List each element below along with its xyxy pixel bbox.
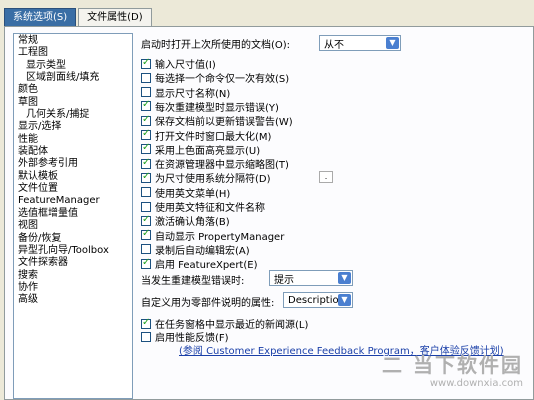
option-checkbox[interactable] [141,99,151,112]
option-label: 保存文档前以更新错误警告(W) [155,117,293,129]
tree-item-colors[interactable]: 颜色 [18,84,132,96]
tree-item-external-references[interactable]: 外部参考引用 [18,158,132,170]
tree-item-file-explorer[interactable]: 文件探索器 [18,257,132,269]
option-row[interactable]: 录制后自动编辑宏(A) [141,243,250,257]
option-checkbox[interactable] [141,72,151,83]
tree-item-general[interactable]: 常规 [18,35,132,47]
option-label: 在资源管理器中显示缩略图(T) [155,160,289,172]
option-label: 显示尺寸名称(N) [155,88,231,100]
option-label: 每次重建模型时显示错误(Y) [155,102,279,114]
tab-bar: 系统选项(S) 文件属性(D) [4,8,154,26]
tree-item-hole-wizard-toolbox[interactable]: 异型孔向导/Toolbox [18,245,132,257]
tree-item-performance[interactable]: 性能 [18,134,132,146]
watermark-title: 二 当下软件园 [382,353,523,377]
custom-prop-select[interactable]: Description ▼ [283,292,353,308]
option-label: 自动显示 PropertyManager [155,231,285,243]
option-label: 输入尺寸值(I) [155,60,216,71]
startup-select[interactable]: 从不 ▼ [319,35,401,51]
chevron-down-icon: ▼ [338,294,351,306]
option-row[interactable]: 采用上色面高亮显示(U) [141,142,261,157]
tree-item-view[interactable]: 视图 [18,220,132,232]
tab-system-options[interactable]: 系统选项(S) [4,8,77,26]
custom-prop-value: Description [288,294,345,306]
tree-item-search[interactable]: 搜索 [18,270,132,282]
option-label: 使用英文特征和文件名称 [155,203,265,214]
startup-row: 启动时打开上次所使用的文档(O): [141,37,291,51]
watermark: 二 当下软件园 www.downxia.com [382,349,523,389]
chevron-down-icon: ▼ [386,37,399,49]
option-checkbox[interactable] [141,187,151,198]
option-checkbox[interactable] [141,157,151,169]
tree-item-backup-recover[interactable]: 备份/恢复 [18,233,132,245]
option-label: 采用上色面高亮显示(U) [155,145,261,157]
option-row[interactable]: 每次重建模型时显示错误(Y) [141,99,279,114]
option-label: 启用 FeatureXpert(E) [155,260,258,272]
separator-field[interactable]: . [319,171,333,184]
option-checkbox[interactable] [141,214,151,226]
option-row[interactable]: 保存文档前以更新错误警告(W) [141,114,293,129]
option-checkbox[interactable] [141,142,151,155]
tree-item-collaboration[interactable]: 协作 [18,282,132,294]
option-row[interactable]: 激活确认角落(B) [141,214,230,229]
option-checkbox[interactable] [141,57,151,69]
option-label: 为尺寸使用系统分隔符(D) [155,174,271,186]
tree-item-sketch[interactable]: 草图 [18,97,132,109]
option-row[interactable]: 使用英文特征和文件名称 [141,200,265,214]
option-row[interactable]: 每选择一个命令仅一次有效(S) [141,71,290,86]
startup-label: 启动时打开上次所使用的文档(O): [141,40,291,51]
option-label: 每选择一个命令仅一次有效(S) [155,74,290,86]
option-row[interactable]: 启用 FeatureXpert(E) [141,257,258,272]
option-row[interactable]: 打开文件时窗口最大化(M) [141,128,272,143]
startup-select-value: 从不 [324,39,344,51]
option-row[interactable]: 自动显示 PropertyManager [141,228,285,243]
tree-item-area-hatch[interactable]: 区域剖面线/填充 [18,72,132,84]
tree-item-file-locations[interactable]: 文件位置 [18,183,132,195]
option-label: 激活确认角落(B) [155,217,230,229]
tree-item-featuremanager[interactable]: FeatureManager [18,195,132,207]
tab-document-properties[interactable]: 文件属性(D) [78,8,152,26]
option-checkbox[interactable] [141,114,151,126]
tree-item-default-templates[interactable]: 默认模板 [18,171,132,183]
option-row[interactable]: 显示尺寸名称(N) [141,86,231,100]
option-label: 打开文件时窗口最大化(M) [155,131,272,143]
options-panel: 常规 工程图 显示类型 区域剖面线/填充 颜色 草图 几何关系/捕捉 显示/选择… [4,26,534,400]
option-row[interactable]: 在资源管理器中显示缩略图(T) [141,157,289,172]
option-checkbox[interactable] [141,128,151,140]
option-row[interactable]: 为尺寸使用系统分隔符(D). [141,171,333,186]
category-tree[interactable]: 常规 工程图 显示类型 区域剖面线/填充 颜色 草图 几何关系/捕捉 显示/选择… [13,33,133,399]
tree-item-spin-box-increments[interactable]: 选值框增量值 [18,208,132,220]
option-checkbox[interactable] [141,331,151,342]
option-checkbox[interactable] [141,317,151,329]
option-row[interactable]: 输入尺寸值(I) [141,57,216,71]
option-checkbox[interactable] [141,244,151,255]
rebuild-error-row: 当发生重建模型错误时: [141,273,245,287]
rebuild-error-value: 提示 [274,274,294,286]
rebuild-error-label: 当发生重建模型错误时: [141,276,245,287]
option-row[interactable]: 使用英文菜单(H) [141,186,231,200]
tree-item-advanced[interactable]: 高级 [18,294,132,306]
option-checkbox[interactable] [141,171,151,183]
custom-prop-row: 自定义用为零部件说明的属性: [141,295,275,309]
rebuild-error-select[interactable]: 提示 ▼ [269,270,353,286]
custom-prop-label: 自定义用为零部件说明的属性: [141,298,275,309]
tree-item-relations-snaps[interactable]: 几何关系/捕捉 [18,109,132,121]
tree-item-assemblies[interactable]: 装配体 [18,146,132,158]
tree-item-display-style[interactable]: 显示类型 [18,60,132,72]
tree-item-drawings[interactable]: 工程图 [18,47,132,59]
option-label: 录制后自动编辑宏(A) [155,245,250,257]
watermark-url: www.downxia.com [429,378,523,389]
chevron-down-icon: ▼ [338,272,351,284]
option-checkbox[interactable] [141,201,151,212]
option-checkbox[interactable] [141,228,151,241]
tree-item-display-selection[interactable]: 显示/选择 [18,121,132,133]
option-checkbox[interactable] [141,87,151,98]
option-checkbox[interactable] [141,257,151,269]
option-label: 使用英文菜单(H) [155,188,231,200]
